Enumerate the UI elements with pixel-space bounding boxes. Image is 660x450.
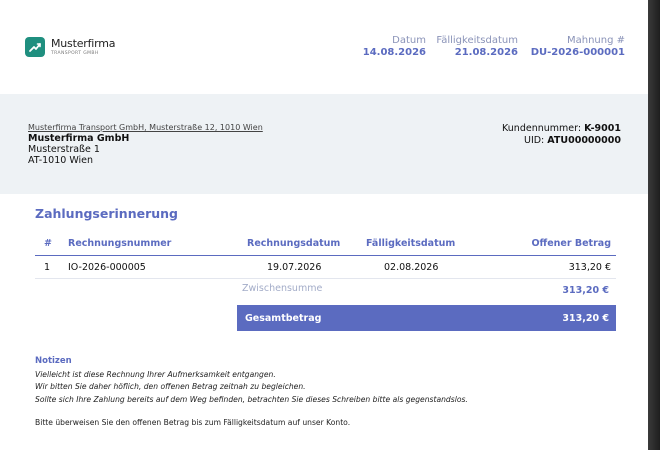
uid-value: ATU00000000 <box>547 134 621 146</box>
recipient-address: Musterfirma GmbH Musterstraße 1 AT-1010 … <box>28 133 129 166</box>
viewer-edge <box>648 0 660 450</box>
date-block: Datum 14.08.2026 <box>363 35 426 59</box>
date-label: Datum <box>392 35 426 46</box>
company-name: Musterfirma <box>51 36 116 50</box>
recipient-city: AT-1010 Wien <box>28 155 94 166</box>
row-open-amount: 313,20 € <box>568 262 611 273</box>
reminder-number-label: Mahnung # <box>566 35 625 46</box>
row-invoice-number: IO-2026-000005 <box>68 262 146 273</box>
notes-heading: Notizen <box>35 356 72 366</box>
invoice-table: # Rechnungsnummer Rechnungsdatum Fälligk… <box>35 232 616 279</box>
recipient-street: Musterstraße 1 <box>28 144 100 155</box>
header-open-amount: Offener Betrag <box>531 238 611 249</box>
due-date-label: Fälligkeitsdatum <box>436 35 518 46</box>
sender-line: Musterfirma Transport GmbH, Musterstraße… <box>28 123 263 132</box>
company-logo: Musterfirma TRANSPORT GMBH <box>25 36 116 57</box>
reminder-number-value: DU-2026-000001 <box>530 47 625 58</box>
header-index: # <box>44 238 52 249</box>
invoice-page: Musterfirma TRANSPORT GMBH Datum 14.08.2… <box>0 0 648 450</box>
due-date-block: Fälligkeitsdatum 21.08.2026 <box>436 35 518 59</box>
uid-label: UID: <box>523 134 545 146</box>
subtotal-value: 313,20 € <box>562 285 609 296</box>
trend-line-icon <box>25 37 45 57</box>
total-value: 313,20 € <box>562 313 609 324</box>
row-due-date: 02.08.2026 <box>384 262 439 273</box>
total-label: Gesamtbetrag <box>245 313 322 324</box>
notes-line: Sollte sich Ihre Zahlung bereits auf dem… <box>35 394 468 404</box>
row-invoice-date: 19.07.2026 <box>267 262 322 273</box>
subtotal-label: Zwischensumme <box>242 283 323 294</box>
header-invoice-number: Rechnungsnummer <box>68 238 172 249</box>
customer-number-label: Kundennummer: <box>502 123 582 134</box>
recipient-name: Musterfirma GmbH <box>28 133 130 144</box>
customer-number-value: K-9001 <box>584 123 621 134</box>
document-title: Zahlungserinnerung <box>35 206 178 221</box>
notes-text: Vielleicht ist diese Rechnung Ihrer Aufm… <box>35 369 468 406</box>
row-index: 1 <box>44 262 51 273</box>
company-tagline: TRANSPORT GMBH <box>51 50 99 56</box>
header-due-date: Fälligkeitsdatum <box>366 238 456 249</box>
date-value: 14.08.2026 <box>362 47 426 58</box>
table-header: # Rechnungsnummer Rechnungsdatum Fälligk… <box>35 232 616 256</box>
header-invoice-date: Rechnungsdatum <box>247 238 341 249</box>
notes-line: Wir bitten Sie daher höflich, den offene… <box>35 382 306 392</box>
total-bar: Gesamtbetrag 313,20 € <box>237 305 616 331</box>
payment-instruction: Bitte überweisen Sie den offenen Betrag … <box>35 418 351 427</box>
table-row: 1 IO-2026-000005 19.07.2026 02.08.2026 3… <box>35 256 616 279</box>
due-date-value: 21.08.2026 <box>454 47 518 58</box>
notes-line: Vielleicht ist diese Rechnung Ihrer Aufm… <box>35 370 276 379</box>
reminder-number-block: Mahnung # DU-2026-000001 <box>531 35 625 59</box>
customer-info: Kundennummer: K-9001 UID: ATU00000000 <box>502 123 621 146</box>
